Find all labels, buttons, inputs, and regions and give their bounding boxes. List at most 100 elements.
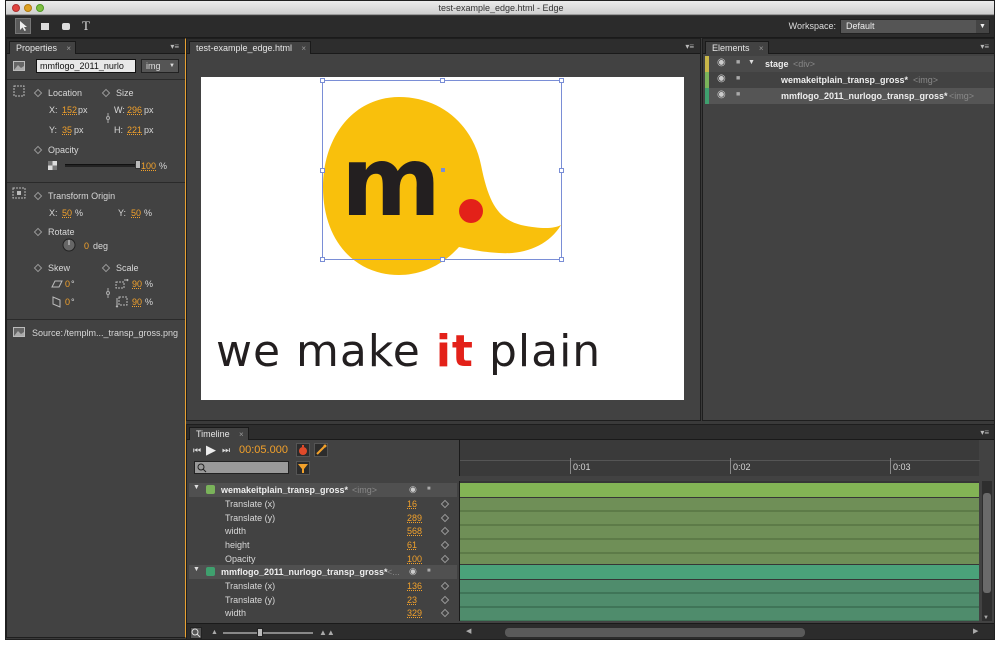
add-keyframe-icon[interactable]	[440, 513, 450, 522]
minimize-window-button[interactable]	[24, 4, 32, 12]
eye-icon[interactable]: ◉	[409, 484, 417, 495]
rounded-rectangle-tool-button[interactable]	[58, 18, 74, 34]
chevron-down-icon[interactable]: ▼	[193, 484, 200, 491]
zoom-slider-track[interactable]	[223, 632, 313, 634]
close-icon[interactable]: ×	[301, 42, 306, 55]
auto-transition-button[interactable]	[314, 443, 328, 457]
timeline-property-row[interactable]: width 329	[189, 607, 459, 620]
resize-handle[interactable]	[440, 257, 445, 262]
add-keyframe-icon[interactable]	[440, 609, 450, 618]
timeline-property-row[interactable]: height 61	[189, 539, 459, 552]
scale-x-value[interactable]: 90	[132, 279, 142, 289]
add-keyframe-icon[interactable]	[440, 554, 450, 564]
lock-dot-icon[interactable]: ■	[736, 59, 740, 66]
rotate-dial-icon[interactable]	[62, 238, 76, 252]
link-scale-icon[interactable]	[105, 287, 111, 299]
stage-canvas[interactable]: m we make it plain	[201, 77, 684, 400]
tagline-image[interactable]: we make it plain	[216, 327, 686, 377]
source-value[interactable]: /templm..._transp_gross.png	[64, 328, 178, 338]
tab-properties[interactable]: Properties ×	[9, 41, 77, 55]
opacity-slider-track[interactable]	[65, 164, 137, 167]
zoom-to-fit-button[interactable]	[190, 627, 202, 639]
eye-icon[interactable]: ◉	[717, 57, 726, 68]
element-type-select[interactable]: img ▼	[141, 59, 179, 73]
timeline-tracks[interactable]	[459, 481, 979, 621]
timeline-vertical-scrollbar[interactable]: ▼	[982, 481, 992, 621]
workspace-select[interactable]: Default ▼	[840, 19, 990, 34]
location-keyframe-icon[interactable]	[33, 88, 43, 98]
timeline-property-row[interactable]: Translate (y) 289	[189, 512, 459, 525]
timeline-property-row[interactable]: Translate (x) 16	[189, 498, 459, 511]
element-name-input[interactable]: mmflogo_2011_nurlo	[36, 59, 136, 73]
scroll-down-icon[interactable]: ▼	[983, 615, 989, 621]
h-value[interactable]: 221	[127, 125, 142, 135]
tab-elements[interactable]: Elements ×	[705, 41, 769, 54]
panel-menu-icon[interactable]: ▾≡	[685, 42, 694, 51]
property-value[interactable]: 100	[407, 554, 422, 564]
scroll-left-icon[interactable]: ◀	[466, 627, 471, 635]
resize-handle[interactable]	[559, 257, 564, 262]
close-window-button[interactable]	[12, 4, 20, 12]
lock-dot-icon[interactable]: ■	[736, 91, 740, 98]
selection-tool-button[interactable]	[15, 18, 31, 34]
timeline-search-input[interactable]	[194, 461, 289, 474]
transform-origin-point[interactable]	[441, 168, 445, 172]
resize-handle[interactable]	[440, 78, 445, 83]
close-icon[interactable]: ×	[66, 42, 71, 55]
w-value[interactable]: 296	[127, 105, 142, 115]
rotate-value[interactable]: 0	[84, 241, 89, 251]
lock-dot-icon[interactable]: ■	[427, 568, 431, 574]
chevron-down-icon[interactable]: ▼	[748, 59, 755, 66]
zoom-out-icon[interactable]: ▲	[211, 629, 218, 636]
lock-dot-icon[interactable]: ■	[736, 75, 740, 82]
add-keyframe-icon[interactable]	[440, 540, 450, 550]
scroll-right-icon[interactable]: ▶	[973, 627, 978, 635]
rotate-keyframe-icon[interactable]	[33, 227, 43, 237]
opacity-keyframe-icon[interactable]	[33, 145, 43, 155]
property-value[interactable]: 329	[407, 608, 422, 618]
close-icon[interactable]: ×	[759, 42, 764, 55]
origin-x-value[interactable]: 50	[62, 208, 72, 218]
rectangle-tool-button[interactable]	[37, 18, 53, 34]
property-value[interactable]: 23	[407, 595, 417, 605]
eye-icon[interactable]: ◉	[717, 89, 726, 100]
tab-timeline[interactable]: Timeline ×	[189, 427, 249, 440]
filter-button[interactable]	[296, 461, 310, 475]
x-value[interactable]: 152	[62, 105, 77, 115]
transform-origin-keyframe-icon[interactable]	[33, 191, 43, 201]
scale-y-value[interactable]: 90	[132, 297, 142, 307]
scrollbar-thumb[interactable]	[983, 493, 991, 593]
zoom-window-button[interactable]	[36, 4, 44, 12]
timeline-layer-tagline[interactable]: ▼ wemakeitplain_transp_gross* <img> ◉ ■	[189, 483, 457, 497]
element-row-tagline[interactable]: ◉ ■ wemakeitplain_transp_gross* <img>	[705, 72, 994, 88]
lock-dot-icon[interactable]: ■	[427, 486, 431, 492]
origin-y-value[interactable]: 50	[131, 208, 141, 218]
property-value[interactable]: 136	[407, 581, 422, 591]
close-icon[interactable]: ×	[239, 428, 244, 441]
tab-document[interactable]: test-example_edge.html ×	[189, 41, 312, 55]
resize-handle[interactable]	[559, 168, 564, 173]
timeline-property-row[interactable]: Translate (y) 23	[189, 594, 459, 607]
resize-handle[interactable]	[320, 168, 325, 173]
zoom-slider-thumb[interactable]	[257, 628, 263, 637]
go-to-end-icon[interactable]: ⏭	[222, 445, 230, 456]
timeline-property-row[interactable]: Opacity 100	[189, 553, 459, 566]
element-row-logo[interactable]: ◉ ■ mmflogo_2011_nurlogo_transp_gross* <…	[705, 88, 994, 104]
property-value[interactable]: 61	[407, 540, 417, 550]
track-bar-logo[interactable]	[460, 565, 979, 579]
panel-menu-icon[interactable]: ▾≡	[980, 42, 989, 51]
skew-y-value[interactable]: 0	[65, 297, 70, 307]
property-value[interactable]: 16	[407, 499, 417, 509]
chevron-down-icon[interactable]: ▼	[193, 566, 200, 573]
add-keyframe-icon[interactable]	[440, 499, 450, 509]
size-keyframe-icon[interactable]	[101, 88, 111, 98]
panel-menu-icon[interactable]: ▾≡	[980, 428, 989, 437]
go-to-start-icon[interactable]: ⏮	[193, 445, 201, 456]
time-display[interactable]: 00:05.000	[239, 444, 288, 456]
text-tool-button[interactable]: T	[78, 18, 94, 34]
horizontal-scrollbar-thumb[interactable]	[505, 628, 805, 637]
eye-icon[interactable]: ◉	[409, 566, 417, 577]
resize-handle[interactable]	[320, 257, 325, 262]
y-value[interactable]: 35	[62, 125, 72, 135]
link-dimensions-icon[interactable]	[105, 112, 111, 124]
